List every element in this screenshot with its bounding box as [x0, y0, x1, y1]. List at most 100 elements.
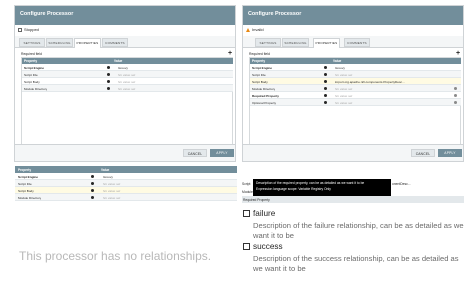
column-header-value: Value — [114, 59, 123, 64]
relationship-name: failure — [253, 209, 276, 218]
warning-triangle-icon — [246, 27, 250, 32]
add-property-icon[interactable]: + — [228, 50, 232, 57]
property-value[interactable]: import org.apache.nifi.components.Proper… — [335, 80, 453, 84]
tab-properties[interactable]: PROPERTIES — [313, 38, 340, 48]
table-row[interactable]: Script Engine Groovy — [250, 64, 461, 71]
table-row[interactable]: Module Directory No value set — [15, 194, 237, 201]
help-icon[interactable] — [107, 86, 111, 91]
property-value[interactable]: No value set — [103, 182, 203, 186]
property-value[interactable]: No value set — [103, 189, 203, 193]
cancel-button[interactable]: CANCEL — [411, 149, 435, 157]
tab-settings[interactable]: SETTINGS — [255, 38, 281, 47]
tab-comments[interactable]: COMMENTS — [102, 38, 128, 47]
property-name: Optional Property — [252, 100, 277, 105]
property-value[interactable]: No value set — [335, 94, 445, 98]
dialog-header: Configure Processor — [243, 6, 463, 25]
required-field-legend: Required field — [249, 52, 270, 56]
dialog-title: Configure Processor — [248, 11, 302, 17]
help-icon[interactable] — [107, 79, 111, 84]
tab-bar: SETTINGS SCHEDULING PROPERTIES COMMENTS — [243, 36, 463, 48]
value-fragment: onentDesc... — [392, 182, 411, 186]
state-label: Stopped — [24, 27, 39, 32]
dialog-title: Configure Processor — [20, 11, 74, 17]
table-row[interactable]: Script File No value set — [22, 71, 233, 78]
failure-checkbox[interactable] — [243, 210, 250, 217]
table-row[interactable]: Script Engine Groovy — [22, 64, 233, 71]
tab-scheduling[interactable]: SCHEDULING — [46, 38, 73, 47]
property-name: Script Body — [252, 79, 268, 84]
state-label: Invalid — [252, 27, 264, 32]
property-tooltip: Description of the required property, ca… — [253, 179, 391, 196]
column-header-property: Property — [24, 59, 38, 64]
no-relationships-message: This processor has no relationships. — [19, 249, 212, 263]
property-name: Script Body — [24, 79, 40, 84]
property-value[interactable]: No value set — [103, 196, 203, 200]
tab-properties[interactable]: PROPERTIES — [74, 38, 101, 48]
relationship-description: Description of the success relationship,… — [253, 254, 459, 273]
delete-property-icon[interactable] — [454, 86, 457, 90]
configure-processor-dialog-stopped: Configure Processor Stopped SETTINGS SCH… — [14, 5, 236, 162]
property-value[interactable]: No value set — [118, 80, 218, 84]
column-header-property: Property — [18, 167, 32, 172]
table-row[interactable]: Script Body No value set — [22, 78, 233, 85]
table-row[interactable]: Optional Property No value set — [250, 99, 461, 106]
table-row[interactable]: Script File No value set — [15, 180, 237, 187]
property-value[interactable]: Groovy — [103, 175, 203, 179]
help-icon[interactable] — [324, 86, 328, 91]
property-value[interactable]: No value set — [335, 73, 445, 77]
tab-comments[interactable]: COMMENTS — [344, 38, 370, 47]
property-value[interactable]: No value set — [335, 101, 445, 105]
help-icon[interactable] — [107, 65, 111, 70]
table-row-selected[interactable]: Script Body No value set — [15, 187, 237, 194]
help-icon[interactable] — [324, 79, 328, 84]
property-name: Script Engine — [18, 174, 38, 179]
property-value[interactable]: Groovy — [335, 66, 445, 70]
delete-property-icon[interactable] — [454, 100, 457, 104]
table-row[interactable]: Script Engine Groovy — [15, 173, 237, 180]
help-icon[interactable] — [91, 188, 95, 193]
table-row[interactable]: Required Property No value set — [250, 92, 461, 99]
property-name: Module Directory — [18, 195, 42, 200]
cancel-button[interactable]: CANCEL — [183, 149, 207, 157]
tab-scheduling[interactable]: SCHEDULING — [282, 38, 309, 47]
properties-table: Property Value Script Engine Groovy Scri… — [21, 57, 233, 149]
help-icon[interactable] — [91, 181, 95, 186]
apply-button[interactable]: APPLY — [210, 149, 234, 157]
table-row[interactable]: Module Directory No value set — [250, 85, 461, 92]
dialog-footer: CANCEL APPLY — [243, 144, 463, 161]
table-row-selected[interactable]: Script Body import org.apache.nifi.compo… — [250, 78, 461, 85]
column-header-value: Value — [333, 59, 342, 64]
relationship-description: Description of the failure relationship,… — [253, 221, 464, 240]
property-value[interactable]: No value set — [118, 73, 218, 77]
table-header: Property Value — [15, 166, 237, 173]
property-value[interactable]: No value set — [335, 87, 445, 91]
property-name: Script Engine — [24, 65, 44, 70]
help-icon[interactable] — [91, 174, 95, 179]
property-value[interactable]: Groovy — [118, 66, 218, 70]
add-property-icon[interactable]: + — [456, 50, 460, 57]
tab-settings[interactable]: SETTINGS — [19, 38, 45, 47]
property-name: Script Body — [18, 188, 34, 193]
property-name: Module Directory — [252, 86, 276, 91]
help-icon[interactable] — [107, 72, 111, 77]
help-icon[interactable] — [324, 65, 328, 70]
dialog-header: Configure Processor — [15, 6, 235, 25]
required-property-row[interactable]: Required Property — [242, 196, 464, 203]
stopped-square-icon — [18, 27, 22, 32]
tab-bar: SETTINGS SCHEDULING PROPERTIES COMMENTS — [15, 36, 235, 48]
table-row[interactable]: Script File No value set — [250, 71, 461, 78]
property-name: Module Directory — [24, 86, 48, 91]
delete-property-icon[interactable] — [454, 93, 457, 97]
help-icon[interactable] — [324, 100, 328, 105]
apply-button[interactable]: APPLY — [438, 149, 462, 157]
success-checkbox[interactable] — [243, 243, 250, 250]
property-value[interactable]: No value set — [118, 87, 218, 91]
property-name: Script File — [252, 72, 266, 77]
column-header-property: Property — [252, 59, 266, 64]
help-icon[interactable] — [91, 195, 95, 200]
table-row[interactable]: Module Directory No value set — [22, 85, 233, 92]
help-icon[interactable] — [324, 93, 328, 98]
required-field-legend: Required field — [21, 52, 42, 56]
help-icon[interactable] — [324, 72, 328, 77]
zoomed-properties-table: Property Value Script Engine Groovy Scri… — [15, 166, 237, 204]
